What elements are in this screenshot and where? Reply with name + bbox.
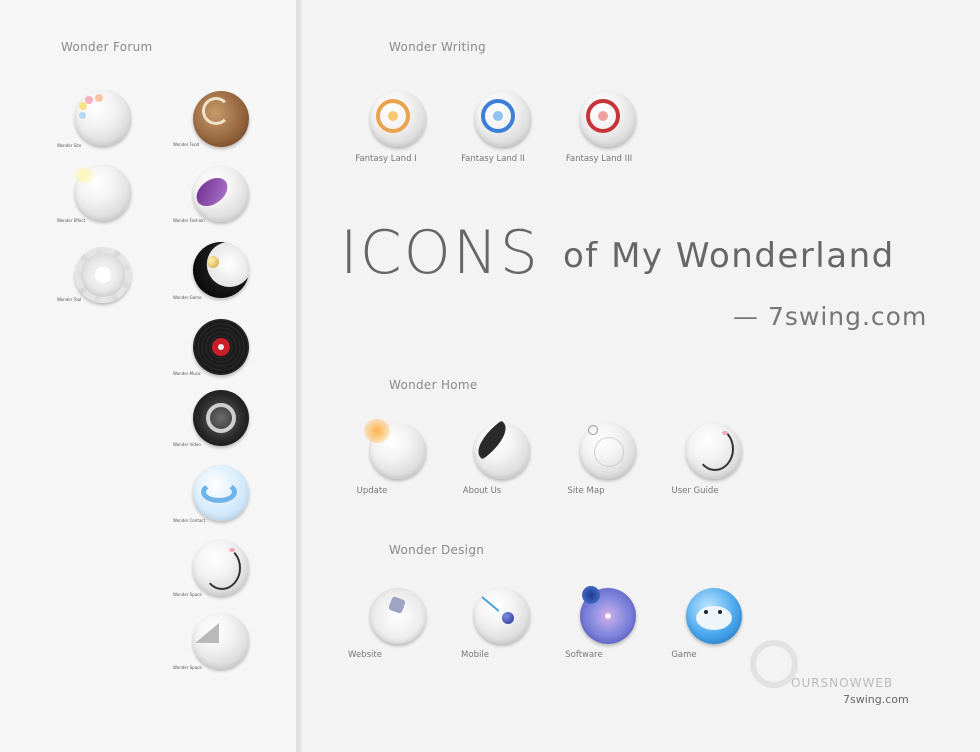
design-label: Software [565, 650, 603, 660]
writing-label: Fantasy Land II [461, 154, 525, 164]
blue-swirl-bubble-icon[interactable] [193, 465, 249, 521]
red-compass-orb-icon[interactable] [580, 91, 636, 147]
watermark-brand: OURSNOWWEB [791, 676, 894, 690]
home-label: User Guide [671, 486, 719, 496]
hero-subtitle: of My Wonderland [563, 236, 895, 276]
blue-compass-orb-icon[interactable] [475, 91, 531, 147]
forum-item-label: Wonder Space [173, 665, 202, 670]
home-title: Wonder Home [389, 378, 478, 392]
left-panel [0, 0, 298, 752]
home-label: Site Map [567, 486, 605, 496]
hero-title: ICONS [340, 218, 540, 288]
design-title: Wonder Design [389, 543, 485, 557]
forum-item-label: Wonder Fashion [173, 218, 205, 223]
forum-item-label: Wonder Space [173, 592, 202, 597]
home-label: Update [356, 486, 388, 496]
yin-yang-ball-icon[interactable] [193, 242, 249, 298]
doodle-face-sphere-icon[interactable] [193, 540, 249, 596]
pastel-dots-sphere-icon[interactable] [75, 90, 131, 146]
glass-sphere-icon[interactable] [370, 588, 426, 644]
camera-lens-icon[interactable] [193, 390, 249, 446]
pen-nib-icon[interactable] [470, 420, 530, 479]
forum-item-label: Wonder Music [173, 371, 201, 376]
swirl-bread-icon[interactable] [193, 91, 249, 147]
vinyl-record-icon[interactable] [193, 319, 249, 375]
forum-item-label: Wonder Video [173, 442, 201, 447]
forum-item-label: Wonder Site [57, 143, 82, 148]
design-label: Game [671, 650, 697, 660]
doodle-sphere-icon[interactable] [686, 423, 742, 479]
forum-item-label: Wonder Tool [57, 297, 82, 302]
forum-item-label: Wonder Game [173, 295, 202, 300]
orange-compass-orb-icon[interactable] [370, 91, 426, 147]
gear-icon[interactable] [75, 247, 131, 303]
design-label: Website [348, 650, 382, 660]
writing-label: Fantasy Land III [565, 154, 633, 164]
blue-fish-icon[interactable] [686, 588, 742, 644]
hero-site: — 7swing.com [733, 302, 928, 331]
writing-label: Fantasy Land I [355, 154, 417, 164]
watermark-site: 7swing.com [843, 693, 909, 706]
home-label: About Us [462, 486, 502, 496]
light-flare-sphere-icon[interactable] [73, 165, 131, 221]
design-label: Mobile [461, 650, 489, 660]
cone-sphere-icon[interactable] [193, 613, 249, 669]
cd-disc-icon[interactable] [580, 586, 636, 644]
forum-item-label: Wonder Effect [57, 218, 86, 223]
purple-fabric-sphere-icon[interactable] [191, 166, 249, 222]
forum-title: Wonder Forum [61, 40, 153, 54]
forum-item-label: Wonder Contact [173, 518, 206, 523]
forum-item-label: Wonder Food [173, 142, 200, 147]
radar-sphere-icon[interactable] [580, 423, 636, 479]
stylus-sphere-icon[interactable] [474, 588, 530, 644]
writing-title: Wonder Writing [389, 40, 486, 54]
glow-sphere-icon[interactable] [364, 419, 426, 479]
